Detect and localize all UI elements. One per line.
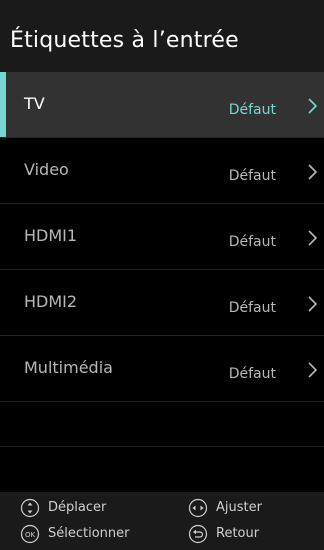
header: Étiquettes à l’entrée xyxy=(0,0,324,72)
ok-button-icon: OK xyxy=(20,524,40,544)
svg-text:OK: OK xyxy=(25,531,36,539)
list-item-label: Video xyxy=(24,160,69,179)
list-item-hdmi1[interactable]: HDMI1 Défaut xyxy=(0,204,324,270)
list-item-label: Multimédia xyxy=(24,358,113,377)
input-list: TV Défaut Video Défaut HDMI1 Défaut HDMI… xyxy=(0,72,324,402)
hint-label: Déplacer xyxy=(48,500,107,515)
chevron-right-icon xyxy=(308,362,318,378)
chevron-right-icon xyxy=(308,98,318,114)
list-item-video[interactable]: Video Défaut xyxy=(0,138,324,204)
list-item-value: Défaut xyxy=(228,300,276,316)
list-item-tv[interactable]: TV Défaut xyxy=(0,72,324,138)
left-right-arrows-icon xyxy=(188,498,208,518)
input-labels-panel: Étiquettes à l’entrée TV Défaut Video Dé… xyxy=(0,0,324,550)
selection-indicator xyxy=(0,72,6,137)
page-title: Étiquettes à l’entrée xyxy=(10,28,239,53)
list-item-value: Défaut xyxy=(228,234,276,250)
list-item-value: Défaut xyxy=(228,168,276,184)
list-item-hdmi2[interactable]: HDMI2 Défaut xyxy=(0,270,324,336)
up-down-arrows-icon xyxy=(20,498,40,518)
list-item-value: Défaut xyxy=(228,366,276,382)
list-item-label: TV xyxy=(24,94,45,113)
hint-label: Ajuster xyxy=(216,500,262,515)
list-item-label: HDMI2 xyxy=(24,292,78,311)
list-item-label: HDMI1 xyxy=(24,226,78,245)
list-item-multimedia[interactable]: Multimédia Défaut xyxy=(0,336,324,402)
chevron-right-icon xyxy=(308,296,318,312)
divider xyxy=(0,446,324,447)
hint-label: Retour xyxy=(216,526,260,541)
list-item-value: Défaut xyxy=(228,102,276,118)
hint-label: Sélectionner xyxy=(48,526,130,541)
key-hints-footer: Déplacer Ajuster OK Sélectionner Retour xyxy=(0,492,324,550)
back-icon xyxy=(188,524,208,544)
chevron-right-icon xyxy=(308,230,318,246)
chevron-right-icon xyxy=(308,164,318,180)
empty-list-area xyxy=(0,402,324,492)
